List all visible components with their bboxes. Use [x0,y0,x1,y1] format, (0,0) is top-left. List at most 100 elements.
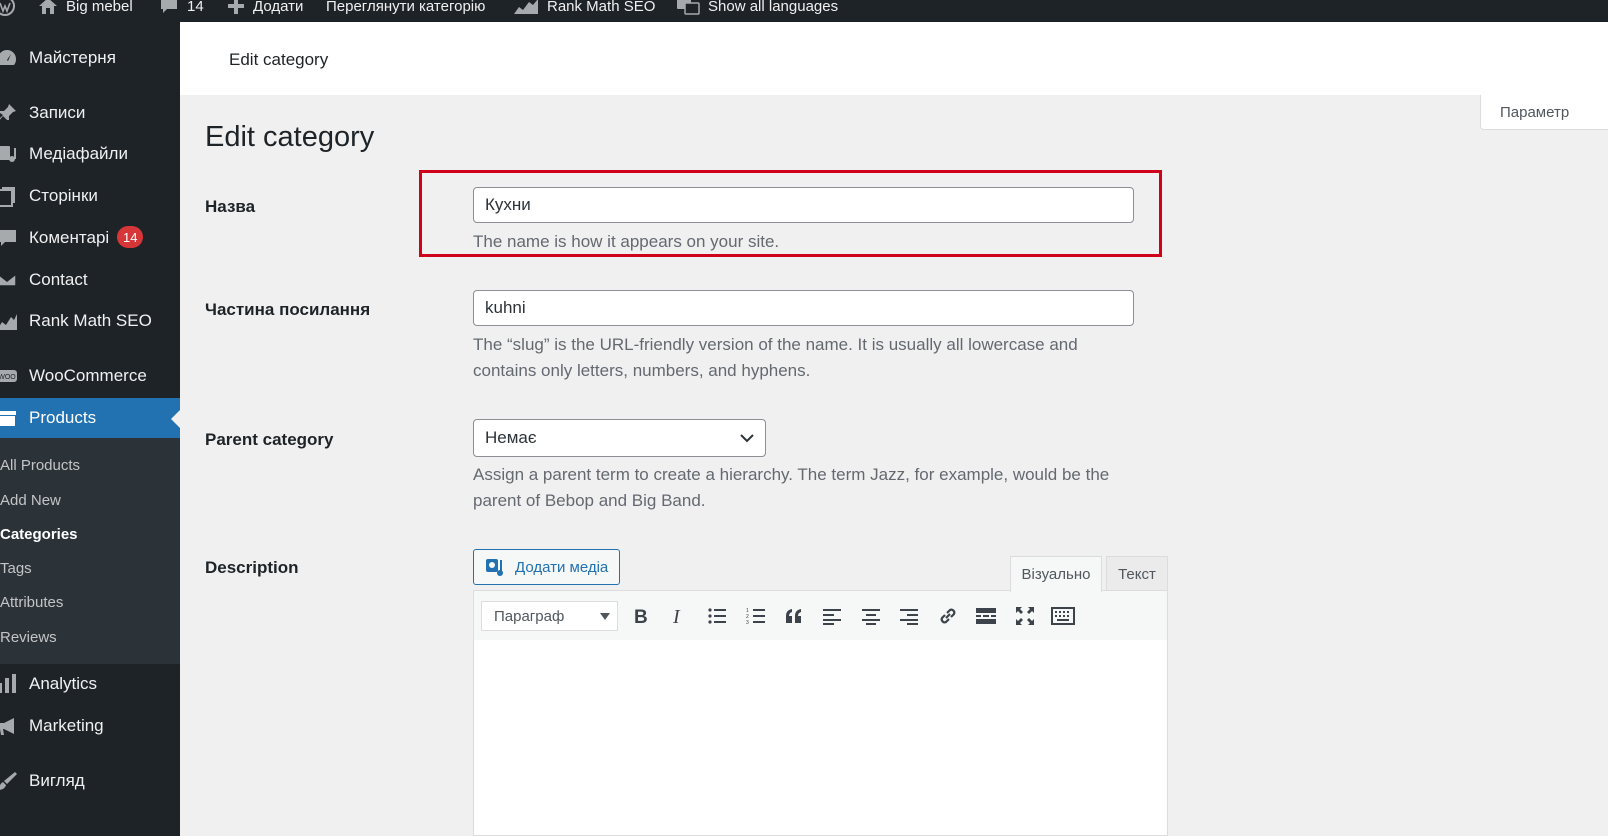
menu-item-contact[interactable]: Contact [0,260,180,300]
align-center-button[interactable] [858,603,884,629]
menu-label: Rank Math SEO [29,311,152,330]
site-name: Big mebel [66,0,133,15]
menu-item-posts[interactable]: Записи [0,93,180,133]
rank-math-label: Rank Math SEO [547,0,656,15]
keyboard-icon [1051,607,1075,625]
brush-icon [0,770,18,792]
read-more-button[interactable] [973,603,999,629]
menu-item-products[interactable]: Products [0,398,180,438]
quote-icon [786,609,801,623]
chart-bar-icon [0,673,18,695]
woo-icon: WOO [0,365,18,387]
menu-label: Майстерня [29,48,116,67]
new-label: Додати [253,0,304,15]
bold-button[interactable]: B [627,603,653,629]
mail-icon [0,269,18,291]
add-media-button[interactable]: Додати медіа [473,549,620,585]
tab-text[interactable]: Текст [1106,556,1168,591]
media-icon [0,143,18,165]
menu-label: Marketing [29,716,104,735]
link-icon [940,608,956,624]
blockquote-button[interactable] [781,603,807,629]
toolbar-toggle-button[interactable] [1050,603,1076,629]
submenu-all-products[interactable]: All Products [0,457,80,474]
rank-math-icon [0,310,18,332]
slug-description: The “slug” is the URL-friendly version o… [473,335,1078,380]
translation-icon [677,0,700,15]
align-center-icon [862,609,880,625]
menu-label: Сторінки [29,186,98,205]
site-name-link[interactable]: Big mebel [38,0,133,17]
wordpress-logo-icon[interactable] [0,0,16,17]
menu-label: Записи [29,103,86,122]
parent-category-select[interactable]: Немає [473,419,766,457]
parent-category-description: Assign a parent term to create a hierarc… [473,465,1110,510]
read-more-icon [976,608,996,624]
bullet-list-button[interactable] [704,603,730,629]
page-title: Edit category [205,121,375,153]
comments-link[interactable]: 14 [159,0,204,17]
menu-item-analytics[interactable]: Analytics [0,664,180,704]
page-header: Edit category [180,22,1608,95]
bullet-list-icon [708,608,726,624]
italic-button[interactable]: I [665,603,691,629]
pin-icon [0,102,18,124]
slug-label: Частина посилання [205,300,371,319]
numbered-list-button[interactable]: 123 [743,603,769,629]
align-right-button[interactable] [896,603,922,629]
caret-down-icon [600,613,610,620]
submenu-categories[interactable]: Categories [0,526,78,543]
menu-item-marketing[interactable]: Marketing [0,706,180,746]
view-category-link[interactable]: Переглянути категорію [326,0,485,17]
menu-item-comments[interactable]: Коментарі 14 [0,218,180,258]
submenu-reviews[interactable]: Reviews [0,629,57,646]
align-left-button[interactable] [819,603,845,629]
screen-options-tab[interactable]: Параметр [1480,95,1608,130]
new-content-link[interactable]: Додати [227,0,303,17]
add-media-label: Додати медіа [515,558,609,576]
name-label: Назва [205,197,256,216]
editor-toolbar: Параграф B I 123 [473,590,1168,641]
home-icon [39,0,57,14]
languages-link[interactable]: Show all languages [676,0,838,17]
products-submenu: All Products Add New Categories Tags Att… [0,438,180,664]
submenu-tags[interactable]: Tags [0,560,32,577]
parent-category-label: Parent category [205,430,334,449]
comments-count: 14 [187,0,204,15]
bold-icon: B [634,607,648,626]
dashboard-icon [0,47,18,69]
rank-math-icon [514,0,538,14]
align-left-icon [823,609,841,625]
menu-item-dashboard[interactable]: Майстерня [0,38,180,78]
svg-text:I: I [672,606,681,626]
menu-item-rank-math[interactable]: Rank Math SEO [0,301,180,341]
fullscreen-button[interactable] [1012,603,1038,629]
media-icon [486,559,503,576]
description-editor[interactable] [473,640,1168,836]
admin-sidebar: Майстерня Записи Медіафайли Сторінки Ком… [0,22,180,836]
align-right-icon [900,609,918,625]
menu-item-media[interactable]: Медіафайли [0,134,180,174]
tab-visual[interactable]: Візуально [1010,556,1102,592]
rank-math-link[interactable]: Rank Math SEO [513,0,655,17]
languages-label: Show all languages [708,0,839,15]
menu-item-appearance[interactable]: Вигляд [0,761,180,801]
highlight-box [419,170,1162,257]
menu-label: Вигляд [29,771,85,790]
format-select[interactable]: Параграф [481,601,618,631]
comment-bubble-icon [161,0,177,13]
menu-item-pages[interactable]: Сторінки [0,176,180,216]
plus-icon [228,0,244,14]
submenu-attributes[interactable]: Attributes [0,594,63,611]
menu-label: Analytics [29,674,98,693]
view-category-label: Переглянути категорію [326,0,486,15]
submenu-add-new[interactable]: Add New [0,492,61,509]
insert-link-button[interactable] [935,603,961,629]
megaphone-icon [0,715,18,737]
format-value: Параграф [494,607,565,625]
chevron-down-icon [740,434,754,443]
pages-icon [0,185,18,207]
menu-item-woocommerce[interactable]: WOO WooCommerce [0,356,180,396]
slug-input[interactable] [473,290,1134,326]
svg-text:3: 3 [746,620,749,625]
